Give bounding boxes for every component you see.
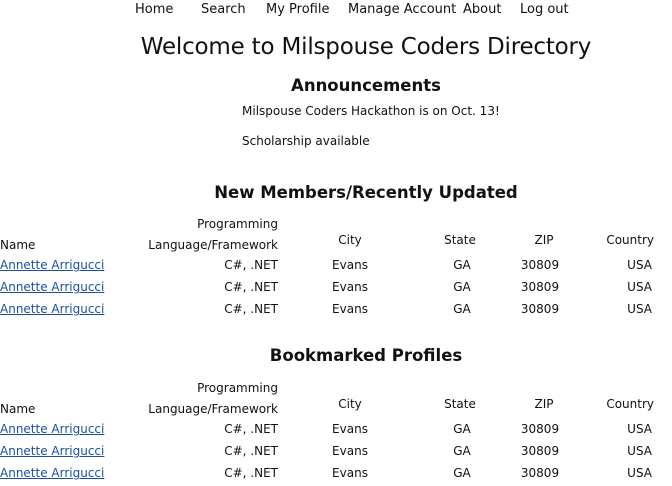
member-city: Evans [332, 422, 368, 436]
announcement-item: Scholarship available [242, 134, 370, 148]
member-name-link[interactable]: Annette Arrigucci [0, 258, 104, 272]
member-country: USA [627, 258, 652, 272]
bookmarked-profiles-heading: Bookmarked Profiles [269, 346, 463, 365]
member-city: Evans [332, 258, 368, 272]
col-header-programming: Programming [197, 381, 278, 395]
col-header-city: City [338, 397, 362, 411]
nav-search-link[interactable]: Search [201, 2, 246, 17]
col-header-state: State [444, 397, 476, 411]
member-country: USA [627, 422, 652, 436]
member-zip: 30809 [520, 258, 560, 272]
member-language: C#, .NET [224, 466, 278, 480]
member-state: GA [453, 422, 471, 436]
member-zip: 30809 [520, 444, 560, 458]
member-state: GA [453, 444, 471, 458]
announcement-item: Milspouse Coders Hackathon is on Oct. 13… [242, 104, 500, 118]
col-header-city: City [338, 233, 362, 247]
member-name-link[interactable]: Annette Arrigucci [0, 422, 104, 436]
member-zip: 30809 [520, 466, 560, 480]
col-header-country: Country [606, 233, 654, 247]
col-header-country: Country [606, 397, 654, 411]
nav-manage-account-link[interactable]: Manage Account [348, 2, 456, 17]
member-country: USA [627, 280, 652, 294]
member-name-link[interactable]: Annette Arrigucci [0, 302, 104, 316]
member-country: USA [627, 466, 652, 480]
member-country: USA [627, 302, 652, 316]
member-name-link[interactable]: Annette Arrigucci [0, 466, 104, 480]
col-header-name: Name [0, 238, 36, 252]
member-name-link[interactable]: Annette Arrigucci [0, 280, 104, 294]
member-state: GA [453, 258, 471, 272]
member-zip: 30809 [520, 302, 560, 316]
col-header-language-framework: Language/Framework [148, 238, 278, 252]
top-nav: Home Search My Profile Manage Account Ab… [0, 2, 672, 20]
col-header-language-framework: Language/Framework [148, 402, 278, 416]
page-title: Welcome to Milspouse Coders Directory [140, 34, 592, 60]
member-language: C#, .NET [224, 444, 278, 458]
col-header-name: Name [0, 402, 36, 416]
member-city: Evans [332, 280, 368, 294]
member-state: GA [453, 280, 471, 294]
member-language: C#, .NET [224, 280, 278, 294]
col-header-zip: ZIP [534, 397, 554, 411]
member-name-link[interactable]: Annette Arrigucci [0, 444, 104, 458]
member-state: GA [453, 302, 471, 316]
col-header-zip: ZIP [534, 233, 554, 247]
announcements-heading: Announcements [291, 76, 441, 95]
member-city: Evans [332, 302, 368, 316]
member-country: USA [627, 444, 652, 458]
member-zip: 30809 [520, 280, 560, 294]
member-language: C#, .NET [224, 302, 278, 316]
member-city: Evans [332, 444, 368, 458]
member-language: C#, .NET [224, 422, 278, 436]
nav-logout-link[interactable]: Log out [520, 2, 569, 17]
nav-about-link[interactable]: About [463, 2, 501, 17]
col-header-programming: Programming [197, 217, 278, 231]
member-language: C#, .NET [224, 258, 278, 272]
member-state: GA [453, 466, 471, 480]
member-zip: 30809 [520, 422, 560, 436]
nav-home-link[interactable]: Home [135, 2, 173, 17]
col-header-state: State [444, 233, 476, 247]
member-city: Evans [332, 466, 368, 480]
nav-my-profile-link[interactable]: My Profile [266, 2, 329, 17]
new-members-heading: New Members/Recently Updated [214, 183, 518, 202]
